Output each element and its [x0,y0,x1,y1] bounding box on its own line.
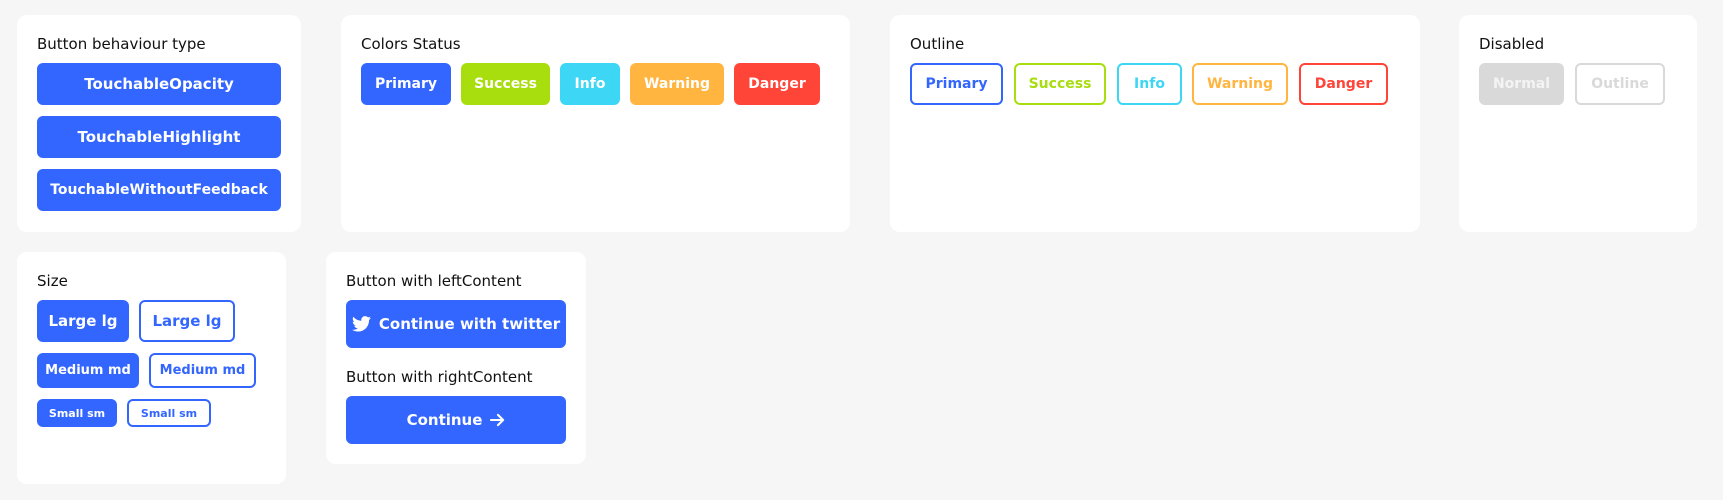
success-outline-button[interactable]: Success [1014,63,1106,105]
left-content-title: Button with leftContent [346,272,522,290]
touchable-without-feedback-button[interactable]: TouchableWithoutFeedback [37,169,281,211]
disabled-outline-button: Outline [1575,63,1665,105]
info-button[interactable]: Info [560,63,620,105]
small-outline-button[interactable]: Small sm [127,399,211,427]
continue-button[interactable]: Continue [346,396,566,444]
info-outline-button[interactable]: Info [1117,63,1182,105]
behaviour-card: Button behaviour type TouchableOpacity T… [17,15,301,232]
success-button[interactable]: Success [461,63,550,105]
outline-card: Outline Primary Success Info Warning Dan… [890,15,1420,232]
danger-button[interactable]: Danger [734,63,820,105]
content-card: Button with leftContent Continue with tw… [326,252,586,464]
size-card: Size Large lg Large lg Medium md Medium … [17,252,286,484]
right-content-title: Button with rightContent [346,368,533,386]
touchable-highlight-button[interactable]: TouchableHighlight [37,116,281,158]
arrow-right-icon [490,413,505,427]
touchable-opacity-button[interactable]: TouchableOpacity [37,63,281,105]
large-outline-button[interactable]: Large lg [139,300,235,342]
medium-solid-button[interactable]: Medium md [37,353,139,388]
colors-card: Colors Status Primary Success Info Warni… [341,15,850,232]
disabled-normal-button: Normal [1479,63,1564,105]
size-title: Size [37,272,68,290]
primary-button[interactable]: Primary [361,63,451,105]
twitter-icon [351,316,371,332]
disabled-card: Disabled Normal Outline [1459,15,1697,232]
disabled-title: Disabled [1479,35,1545,53]
danger-outline-button[interactable]: Danger [1299,63,1388,105]
large-solid-button[interactable]: Large lg [37,300,129,342]
continue-label: Continue [406,411,483,429]
warning-button[interactable]: Warning [630,63,724,105]
continue-with-twitter-label: Continue with twitter [378,315,561,333]
small-solid-button[interactable]: Small sm [37,399,117,427]
medium-outline-button[interactable]: Medium md [149,353,256,388]
outline-title: Outline [910,35,965,53]
warning-outline-button[interactable]: Warning [1192,63,1288,105]
primary-outline-button[interactable]: Primary [910,63,1003,105]
colors-title: Colors Status [361,35,461,53]
behaviour-title: Button behaviour type [37,35,206,53]
continue-with-twitter-button[interactable]: Continue with twitter [346,300,566,348]
